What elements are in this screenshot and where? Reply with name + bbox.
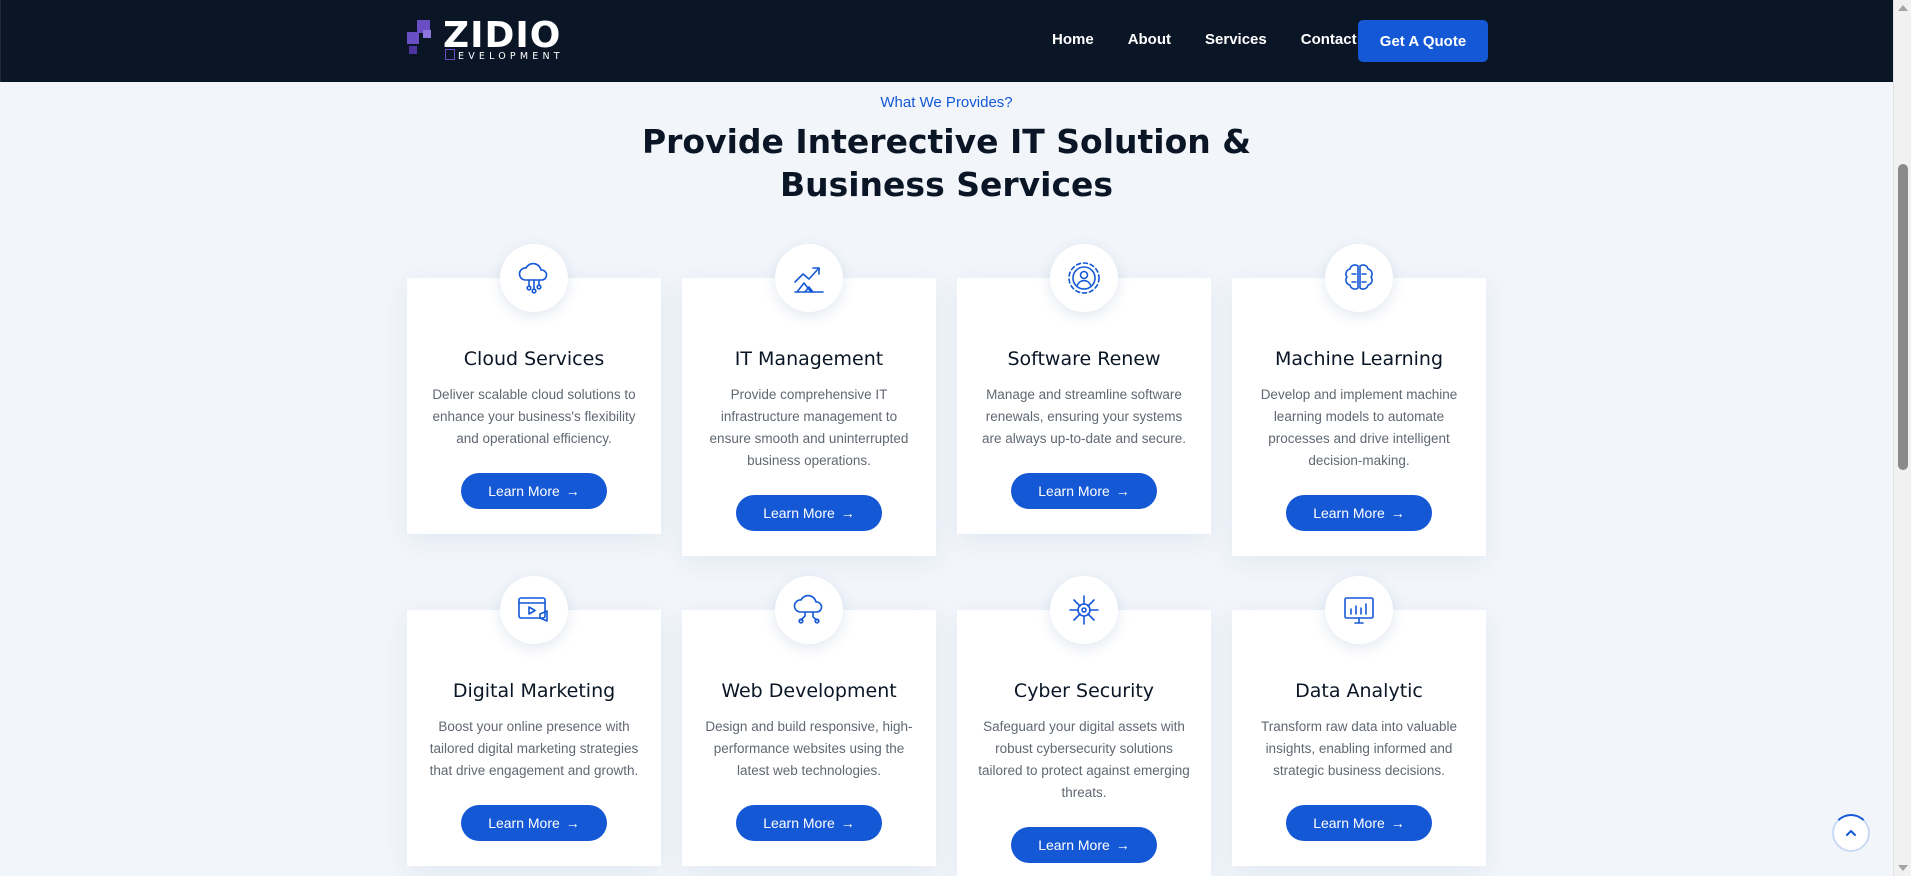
learn-more-button[interactable]: Learn More → [736,805,882,841]
learn-more-label: Learn More [488,815,560,831]
scroll-down-arrow-icon[interactable] [1898,865,1908,871]
section-eyebrow: What We Provides? [880,94,1013,111]
service-card-it-management: IT Management Provide comprehensive IT i… [682,244,936,556]
main-nav: Home About Services Contact [1052,30,1391,50]
learn-more-label: Learn More [763,815,835,831]
card-title: IT Management [734,348,884,370]
growth-chart-icon [775,244,843,312]
learn-more-button[interactable]: Learn More → [1286,495,1432,531]
card-description: Develop and implement machine learning m… [1260,387,1458,468]
nav-services[interactable]: Services [1205,30,1267,50]
section-title-line-1: Provide Interective IT Solution & [641,122,1252,161]
arrow-right-icon: → [840,815,855,831]
brain-circuit-icon [1325,244,1393,312]
arrow-right-icon: → [565,483,580,499]
back-to-top-button[interactable] [1832,814,1870,852]
logo-mark-icon [407,20,431,54]
service-card-cloud-services: Cloud Services Deliver scalable cloud so… [407,244,661,534]
chevron-up-icon [1846,830,1856,836]
card-description: Safeguard your digital assets with robus… [978,719,1190,800]
card-description: Provide comprehensive IT infrastructure … [709,387,909,468]
learn-more-label: Learn More [1038,837,1110,853]
card-title: Digital Marketing [452,680,616,702]
service-card-cyber-security: Cyber Security Safeguard your digital as… [957,576,1211,876]
card-title: Machine Learning [1274,348,1444,370]
section-title: Provide Interective IT Solution & Busine… [0,120,1893,206]
card-title: Cloud Services [463,348,605,370]
arrow-right-icon: → [840,505,855,521]
video-megaphone-icon [500,576,568,644]
section-title-line-2: Business Services [779,165,1114,204]
learn-more-label: Learn More [1313,815,1385,831]
page: ZIDIO EVELOPMENT Home About Services Con… [0,0,1893,876]
nav-home[interactable]: Home [1052,30,1094,50]
card-description: Design and build responsive, high-perfor… [705,719,913,778]
card-description: Manage and streamline software renewals,… [981,387,1187,446]
scrollbar-thumb[interactable] [1898,164,1908,470]
logo-subtitle: EVELOPMENT [445,49,564,62]
learn-more-button[interactable]: Learn More → [1286,805,1432,841]
service-card-web-development: Web Development Design and build respons… [682,576,936,866]
arrow-right-icon: → [565,815,580,831]
learn-more-label: Learn More [1313,505,1385,521]
learn-more-button[interactable]: Learn More → [461,473,607,509]
vertical-scrollbar[interactable] [1893,0,1911,876]
learn-more-label: Learn More [763,505,835,521]
nav-about[interactable]: About [1128,30,1171,50]
gear-user-icon [1050,244,1118,312]
card-title: Cyber Security [1013,680,1155,702]
arrow-right-icon: → [1390,815,1405,831]
card-title: Web Development [721,680,897,702]
card-title: Data Analytic [1295,680,1423,702]
nav-contact[interactable]: Contact [1301,30,1357,50]
cloud-code-icon [775,576,843,644]
scroll-up-arrow-icon[interactable] [1898,5,1908,11]
learn-more-button[interactable]: Learn More → [1011,473,1157,509]
learn-more-label: Learn More [488,483,560,499]
learn-more-button[interactable]: Learn More → [736,495,882,531]
arrow-right-icon: → [1115,483,1130,499]
learn-more-button[interactable]: Learn More → [1011,827,1157,863]
analytics-monitor-icon [1325,576,1393,644]
arrow-right-icon: → [1390,505,1405,521]
arrow-right-icon: → [1115,837,1130,853]
card-description: Transform raw data into valuable insight… [1260,719,1458,778]
learn-more-button[interactable]: Learn More → [461,805,607,841]
zidio-logo[interactable]: ZIDIO EVELOPMENT [407,16,579,64]
cloud-network-icon [500,244,568,312]
network-shield-icon [1050,576,1118,644]
site-header: ZIDIO EVELOPMENT Home About Services Con… [0,0,1893,82]
learn-more-label: Learn More [1038,483,1110,499]
service-card-software-renew: Software Renew Manage and streamline sof… [957,244,1211,534]
get-a-quote-button[interactable]: Get A Quote [1358,20,1488,62]
service-card-data-analytic: Data Analytic Transform raw data into va… [1232,576,1486,866]
logo-subtitle-text: EVELOPMENT [458,51,564,62]
logo-d-box-icon [445,49,455,60]
card-title: Software Renew [1007,348,1161,370]
service-card-digital-marketing: Digital Marketing Boost your online pres… [407,576,661,866]
card-description: Boost your online presence with tailored… [429,719,639,778]
service-card-machine-learning: Machine Learning Develop and implement m… [1232,244,1486,556]
card-description: Deliver scalable cloud solutions to enha… [432,387,636,446]
